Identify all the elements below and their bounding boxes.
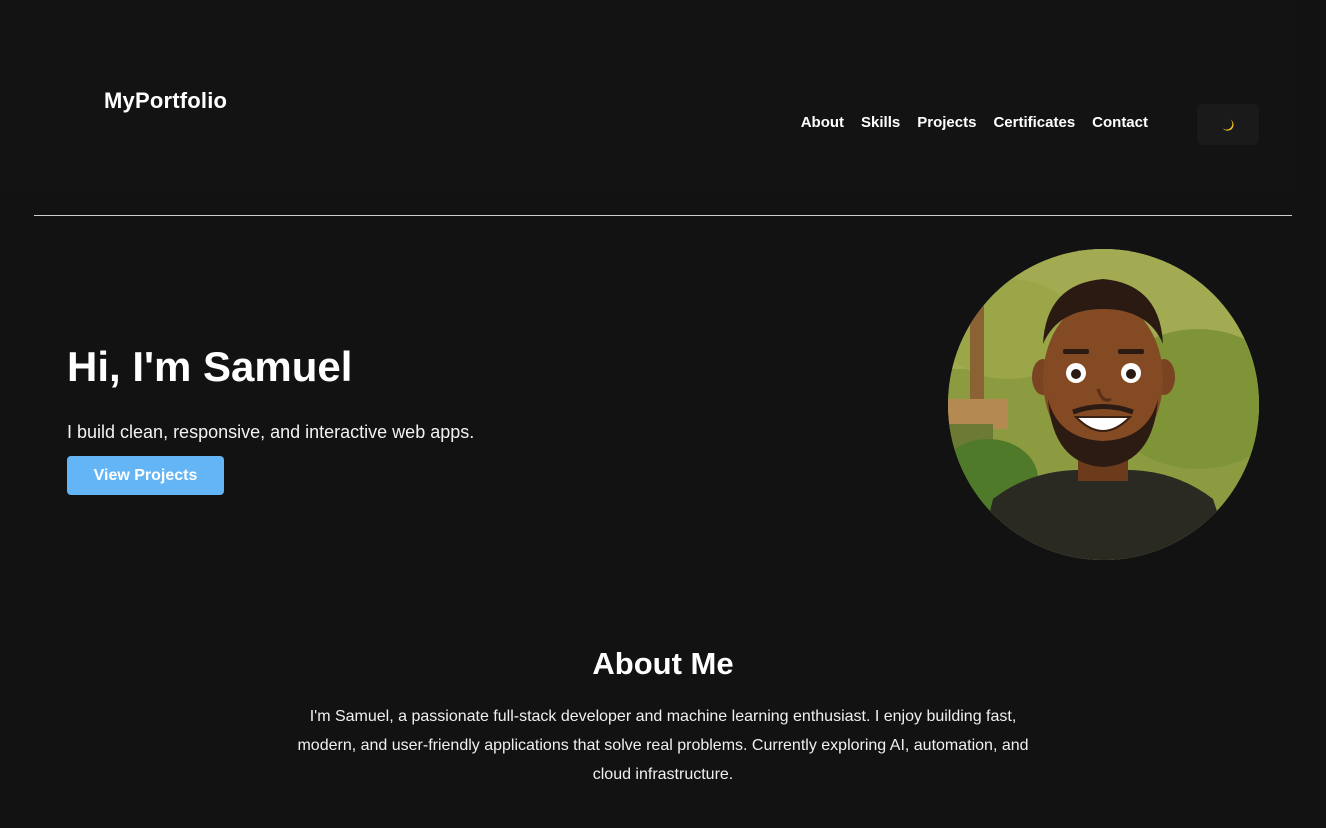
theme-toggle-button[interactable] xyxy=(1197,104,1259,145)
nav-link-certificates[interactable]: Certificates xyxy=(993,114,1075,131)
avatar-portrait-image xyxy=(948,249,1259,560)
nav-link-skills[interactable]: Skills xyxy=(861,114,900,131)
nav-link-contact[interactable]: Contact xyxy=(1092,114,1148,131)
nav-link-about[interactable]: About xyxy=(801,114,844,131)
main-nav: About Skills Projects Certificates Conta… xyxy=(801,114,1148,131)
header-divider xyxy=(34,215,1292,216)
portfolio-page: MyPortfolio About Skills Projects Certif… xyxy=(0,0,1326,828)
hero-title: Hi, I'm Samuel xyxy=(67,343,353,390)
site-header: MyPortfolio About Skills Projects Certif… xyxy=(0,0,1294,190)
about-section: About Me I'm Samuel, a passionate full-s… xyxy=(0,646,1326,789)
site-logo[interactable]: MyPortfolio xyxy=(104,88,227,114)
view-projects-button[interactable]: View Projects xyxy=(67,456,224,495)
about-heading: About Me xyxy=(592,646,734,681)
about-text: I'm Samuel, a passionate full-stack deve… xyxy=(297,708,1029,783)
hero-subtitle: I build clean, responsive, and interacti… xyxy=(67,422,475,442)
nav-link-projects[interactable]: Projects xyxy=(917,114,976,131)
profile-avatar xyxy=(948,249,1259,560)
moon-icon xyxy=(1222,119,1234,131)
